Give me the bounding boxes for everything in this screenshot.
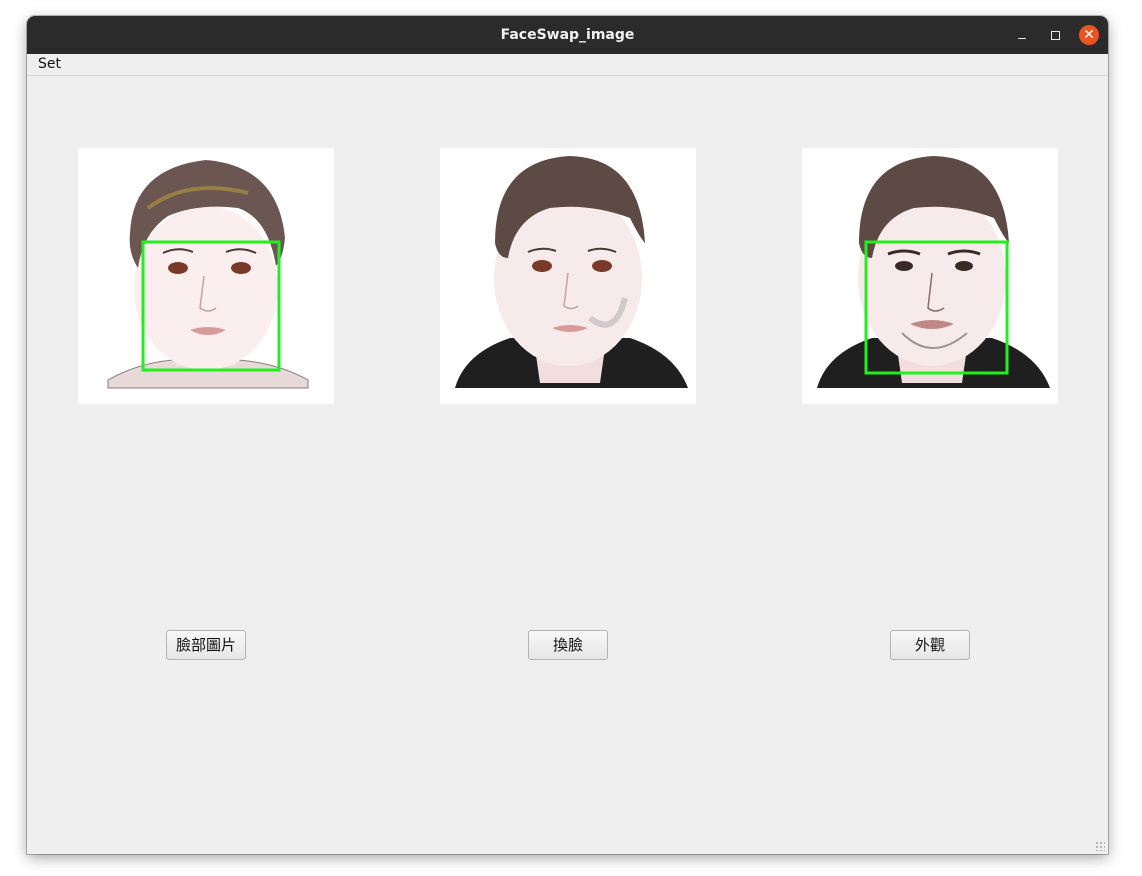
title-bar[interactable]: FaceSwap_image ✕ xyxy=(27,16,1108,55)
face-image-panel xyxy=(78,148,334,404)
face-image xyxy=(78,148,334,404)
appearance-image xyxy=(802,148,1058,404)
menu-set[interactable]: Set xyxy=(38,56,61,72)
swapped-face-image xyxy=(440,148,696,404)
resize-grip[interactable] xyxy=(1095,841,1105,851)
face-image-button[interactable]: 臉部圖片 xyxy=(166,630,246,660)
minimize-icon[interactable] xyxy=(1012,25,1032,45)
app-window: FaceSwap_image ✕ Set 臉部圖片 換臉 外觀 xyxy=(27,16,1108,854)
appearance-panel xyxy=(802,148,1058,404)
swap-face-button[interactable]: 換臉 xyxy=(528,630,608,660)
appearance-button[interactable]: 外觀 xyxy=(890,630,970,660)
close-icon[interactable]: ✕ xyxy=(1079,25,1099,45)
swapped-face-panel xyxy=(440,148,696,404)
maximize-icon[interactable] xyxy=(1045,25,1065,45)
window-title: FaceSwap_image xyxy=(500,27,635,43)
menu-bar: Set xyxy=(27,54,1108,76)
